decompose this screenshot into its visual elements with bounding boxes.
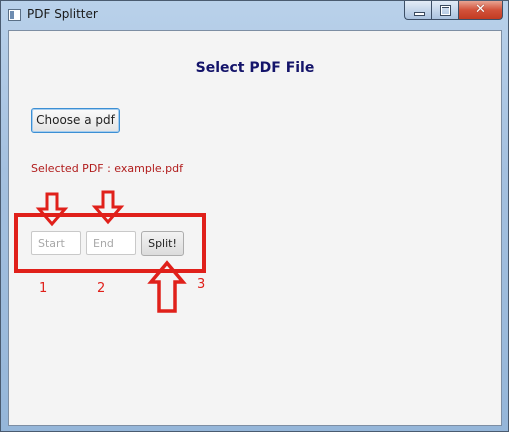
split-button[interactable]: Split!	[141, 231, 184, 256]
minimize-icon	[414, 12, 425, 16]
window-title: PDF Splitter	[27, 7, 98, 21]
arrow-up-icon	[147, 260, 187, 313]
app-window-icon	[8, 9, 21, 21]
app-window: PDF Splitter ✕ Select PDF File Choose a …	[0, 0, 509, 432]
maximize-icon	[440, 5, 451, 16]
choose-pdf-button[interactable]: Choose a pdf	[31, 108, 120, 133]
content-area: Select PDF File Choose a pdf Selected PD…	[8, 30, 502, 426]
close-button[interactable]: ✕	[458, 1, 503, 20]
close-icon: ✕	[475, 2, 486, 17]
selected-pdf-label: Selected PDF : example.pdf	[31, 162, 183, 175]
start-page-input[interactable]	[31, 231, 81, 255]
step-label-3: 3	[197, 277, 206, 292]
step-label-2: 2	[97, 281, 106, 296]
title-bar[interactable]: PDF Splitter ✕	[1, 1, 508, 29]
minimize-button[interactable]	[404, 1, 431, 20]
step-label-1: 1	[39, 281, 48, 296]
end-page-input[interactable]	[86, 231, 136, 255]
arrow-down-icon	[91, 190, 125, 225]
arrow-down-icon	[35, 192, 69, 227]
caption-buttons: ✕	[404, 1, 503, 21]
maximize-button[interactable]	[431, 1, 458, 20]
annotation-overlay	[14, 190, 206, 313]
page-title: Select PDF File	[195, 60, 315, 76]
